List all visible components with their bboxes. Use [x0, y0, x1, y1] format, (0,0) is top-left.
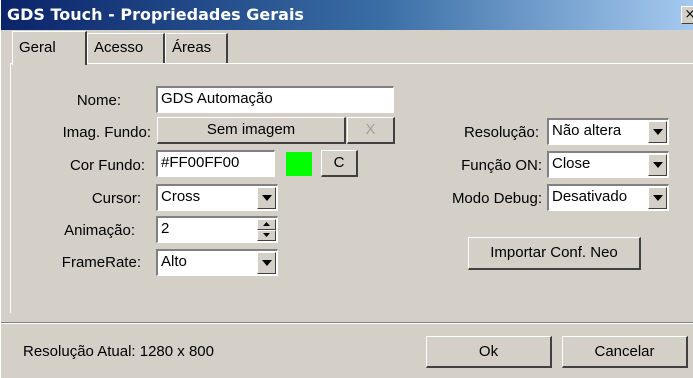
separator-highlight: [1, 323, 693, 324]
status-text: Resolução Atual: 1280 x 800: [23, 343, 214, 360]
tab-acesso-label: Acesso: [94, 39, 144, 56]
cancel-button[interactable]: Cancelar: [562, 336, 688, 368]
tab-areas-label: Áreas: [172, 39, 212, 56]
close-button[interactable]: ×: [681, 6, 693, 24]
tab-acesso[interactable]: Acesso: [87, 33, 165, 63]
cancel-label: Cancelar: [594, 343, 655, 360]
window-title: GDS Touch - Propriedades Gerais: [7, 5, 304, 24]
tab-geral[interactable]: Geral: [12, 31, 87, 65]
ok-button[interactable]: Ok: [426, 336, 552, 368]
title-bar[interactable]: GDS Touch - Propriedades Gerais ×: [1, 0, 693, 30]
dialog-window: GDS Touch - Propriedades Gerais × Geral …: [0, 0, 693, 378]
tab-panel-geral: [10, 63, 693, 313]
close-icon: ×: [684, 7, 693, 22]
tab-geral-label: Geral: [19, 39, 56, 56]
ok-label: Ok: [478, 343, 499, 360]
tab-areas[interactable]: Áreas: [165, 33, 228, 63]
